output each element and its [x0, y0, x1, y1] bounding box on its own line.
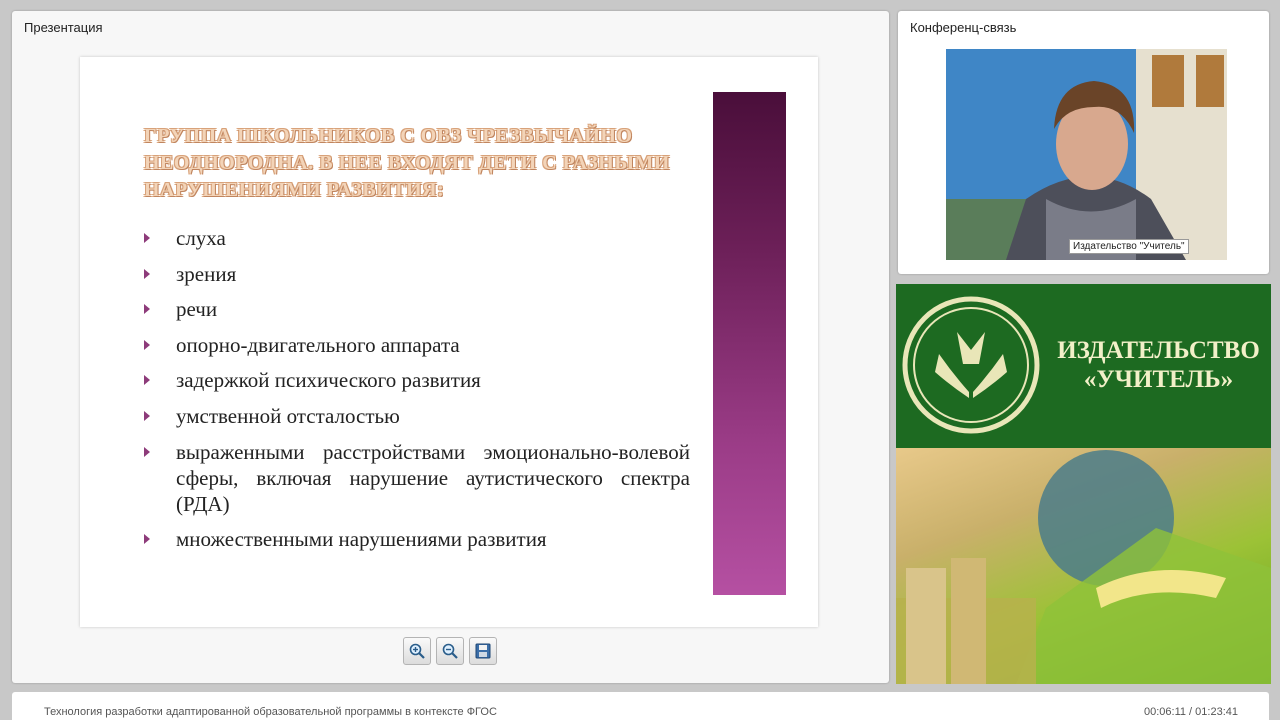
slide-bullet-item: опорно-двигательного аппарата: [144, 332, 690, 358]
bullet-arrow-icon: [144, 233, 150, 243]
conference-panel-title: Конференц-связь: [910, 20, 1017, 35]
bullet-arrow-icon: [144, 446, 150, 457]
slide-bullet-item: слуха: [144, 225, 690, 251]
bullet-arrow-icon: [144, 410, 150, 421]
presentation-slide: Группа школьников с ОВЗ чрезвычайно неод…: [80, 57, 818, 627]
slide-bullet-list: слуха зрения речи опорно-двигательного а…: [144, 225, 690, 562]
books-globe-image: [896, 448, 1271, 684]
slide-bullet-item: множественными нарушениями развития: [144, 526, 690, 552]
zoom-in-button[interactable]: [403, 637, 431, 665]
webinar-title: Технология разработки адаптированной обр…: [44, 706, 497, 718]
webcam-video[interactable]: Издательство "Учитель": [946, 49, 1227, 260]
bullet-arrow-icon: [144, 339, 150, 350]
publisher-logo-icon: [902, 296, 1040, 434]
footer-bar: Технология разработки адаптированной обр…: [12, 692, 1269, 720]
publisher-banner: ИЗДАТЕЛЬСТВО «УЧИТЕЛЬ»: [896, 284, 1271, 448]
save-icon: [475, 643, 491, 659]
slide-bullet-item: задержкой психического развития: [144, 367, 690, 393]
slide-decorative-bar: [713, 92, 786, 595]
bullet-arrow-icon: [144, 534, 150, 545]
speaker-video-image: [946, 49, 1227, 260]
publisher-promo: ИЗДАТЕЛЬСТВО «УЧИТЕЛЬ»: [896, 284, 1271, 684]
conference-panel: Конференц-связь Издательство "Учитель": [898, 11, 1269, 274]
presentation-panel-title: Презентация: [24, 20, 103, 35]
bullet-arrow-icon: [144, 304, 150, 315]
bullet-arrow-icon: [144, 375, 150, 386]
presentation-panel: Презентация Группа школьников с ОВЗ чрез…: [12, 11, 889, 683]
slide-heading: Группа школьников с ОВЗ чрезвычайно неод…: [144, 125, 670, 201]
publisher-name: ИЗДАТЕЛЬСТВО «УЧИТЕЛЬ»: [1056, 336, 1261, 394]
slide-bullet-item: выраженными расстройствами эмоционально-…: [144, 439, 690, 517]
slide-bullet-item: речи: [144, 296, 690, 322]
publisher-name-line1: ИЗДАТЕЛЬСТВО: [1057, 337, 1260, 364]
zoom-out-icon: [442, 643, 458, 659]
zoom-out-button[interactable]: [436, 637, 464, 665]
slide-toolbar: [403, 637, 497, 665]
video-caption: Издательство "Учитель": [1069, 239, 1189, 254]
publisher-name-line2: «УЧИТЕЛЬ»: [1083, 366, 1234, 393]
slide-bullet-item: умственной отсталостью: [144, 403, 690, 429]
playback-time: 00:06:11 / 01:23:41: [1144, 706, 1238, 718]
zoom-in-icon: [409, 643, 425, 659]
bullet-arrow-icon: [144, 268, 150, 279]
save-button[interactable]: [469, 637, 497, 665]
slide-bullet-item: зрения: [144, 261, 690, 287]
